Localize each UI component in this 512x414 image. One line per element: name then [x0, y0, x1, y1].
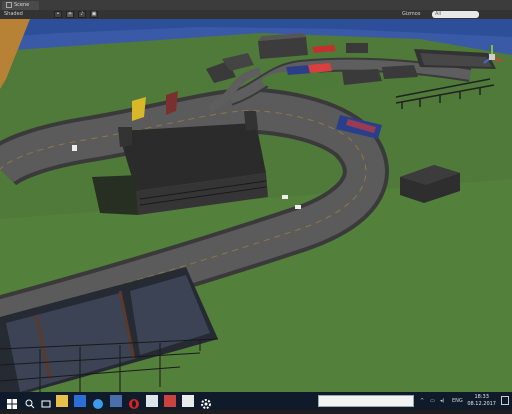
scene-render — [0, 19, 512, 392]
tray-up-icon[interactable]: ^ — [420, 395, 424, 407]
gizmos-dropdown[interactable]: Gizmos — [402, 11, 420, 18]
tab-scene[interactable]: Scene — [2, 1, 40, 10]
gizmo-center[interactable] — [489, 54, 495, 60]
unity-icon[interactable] — [182, 395, 194, 407]
start-icon[interactable] — [6, 395, 18, 409]
scene-viewport[interactable] — [0, 19, 512, 392]
volume-icon[interactable]: ◂) — [440, 395, 444, 407]
far-building — [346, 43, 368, 53]
app-icon[interactable] — [110, 395, 122, 407]
effects-icon[interactable]: ▣ — [90, 11, 98, 18]
file-explorer-icon[interactable] — [56, 395, 68, 407]
car — [72, 145, 77, 151]
building-shadow — [92, 175, 140, 215]
hierarchy-search-input[interactable]: All — [432, 11, 479, 18]
search-icon[interactable] — [24, 395, 36, 409]
windows-taskbar: ^ ▭ ◂) ENG 18:33 08.12.2017 — [0, 392, 512, 410]
lighting-icon[interactable]: ☀ — [66, 11, 74, 18]
task-view-icon[interactable] — [40, 395, 52, 408]
settings-icon[interactable] — [200, 395, 212, 409]
language-indicator[interactable]: ENG — [452, 395, 463, 407]
taskbar-search-input[interactable] — [318, 395, 414, 407]
audio-icon[interactable]: ♪ — [78, 11, 86, 18]
shading-mode-dropdown[interactable]: Shaded — [4, 11, 23, 18]
car — [282, 195, 288, 199]
scene-icon — [6, 1, 12, 8]
system-clock[interactable]: 18:33 08.12.2017 — [467, 394, 496, 408]
edge-icon[interactable] — [92, 395, 104, 409]
scene-gizmo[interactable] — [478, 41, 506, 73]
app-icon[interactable] — [146, 395, 158, 407]
car — [295, 205, 301, 209]
clock-time: 18:33 — [474, 394, 489, 400]
opera-icon[interactable] — [128, 395, 140, 409]
2d-toggle-icon[interactable]: • — [54, 11, 62, 18]
tab-bar: Scene — [0, 0, 512, 10]
tab-scene-label: Scene — [14, 2, 30, 8]
app-icon[interactable] — [164, 395, 176, 407]
network-icon[interactable]: ▭ — [430, 395, 435, 407]
unity-editor-window: Scene Shaded • ☀ ♪ ▣ Gizmos All — [0, 0, 512, 392]
store-icon[interactable] — [74, 395, 86, 407]
notifications-icon[interactable] — [501, 396, 509, 405]
clock-date: 08.12.2017 — [467, 401, 496, 407]
